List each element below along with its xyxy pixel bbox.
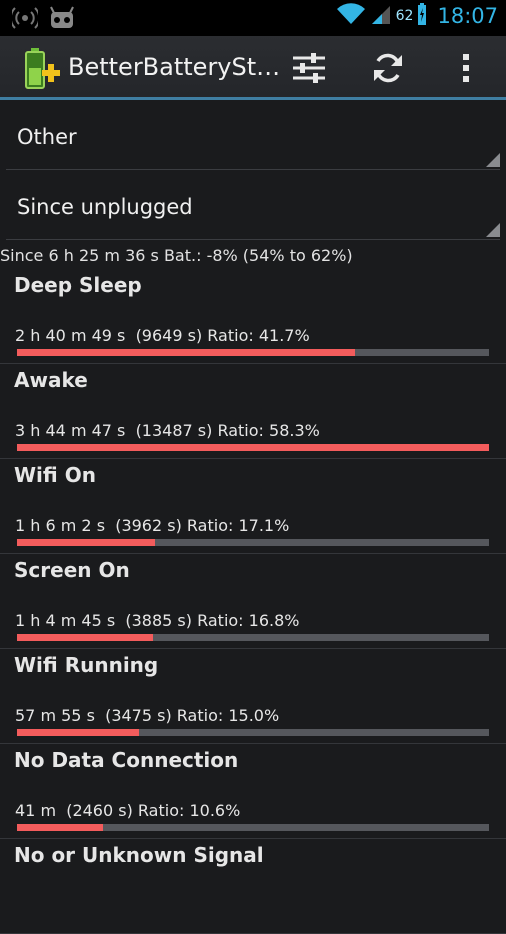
- stat-detail: 41 m (2460 s) Ratio: 10.6%: [15, 801, 241, 820]
- stat-progress-fill: [17, 539, 156, 546]
- stat-name: No or Unknown Signal: [14, 843, 264, 867]
- dropdown-triangle-icon: [486, 153, 500, 167]
- stat-progress-bar: [17, 539, 489, 546]
- stat-detail: 57 m 55 s (3475 s) Ratio: 15.0%: [15, 706, 280, 725]
- stat-progress-fill: [17, 824, 103, 831]
- reference-selected: Since unplugged: [17, 195, 193, 219]
- stat-row[interactable]: No or Unknown Signal: [0, 839, 506, 934]
- stat-row[interactable]: Wifi On 1 h 6 m 2 s (3962 s) Ratio: 17.1%: [0, 459, 506, 554]
- stat-row[interactable]: Awake 3 h 44 m 47 s (13487 s) Ratio: 58.3…: [0, 364, 506, 459]
- stat-name: Screen On: [14, 558, 130, 582]
- stat-row[interactable]: Deep Sleep 2 h 40 m 49 s (9649 s) Ratio: …: [0, 269, 506, 364]
- stat-detail: 2 h 40 m 49 s (9649 s) Ratio: 41.7%: [15, 326, 310, 345]
- stat-name: Awake: [14, 368, 88, 392]
- app-battery-icon[interactable]: [22, 46, 62, 90]
- stat-type-selected: Other: [17, 125, 77, 149]
- stat-detail: 1 h 4 m 45 s (3885 s) Ratio: 16.8%: [15, 611, 300, 630]
- cell-signal-icon: [370, 2, 392, 30]
- stat-type-spinner[interactable]: Other: [6, 100, 500, 170]
- stat-progress-fill: [17, 634, 153, 641]
- battery-charging-icon: [417, 2, 427, 30]
- stat-row[interactable]: Wifi Running 57 m 55 s (3475 s) Ratio: 15…: [0, 649, 506, 744]
- action-bar: BetterBatterySt…: [0, 36, 506, 100]
- dropdown-triangle-icon: [486, 223, 500, 237]
- stat-name: No Data Connection: [14, 748, 239, 772]
- stat-progress-bar: [17, 444, 489, 451]
- wifi-ap-icon: [9, 6, 41, 34]
- reference-spinner[interactable]: Since unplugged: [6, 170, 500, 240]
- stat-progress-fill: [17, 349, 356, 356]
- settings-sliders-icon[interactable]: [287, 48, 331, 88]
- status-clock: 18:07: [437, 4, 498, 28]
- android-robot-icon: [48, 6, 76, 34]
- stat-row[interactable]: Screen On 1 h 4 m 45 s (3885 s) Ratio: 16…: [0, 554, 506, 649]
- stat-detail: 1 h 6 m 2 s (3962 s) Ratio: 17.1%: [15, 516, 290, 535]
- summary-line: Since 6 h 25 m 36 s Bat.: -8% (54% to 62…: [0, 246, 353, 265]
- wifi-signal-icon: [336, 2, 366, 30]
- stat-detail: 3 h 44 m 47 s (13487 s) Ratio: 58.3%: [15, 421, 320, 440]
- overflow-menu-icon[interactable]: [444, 48, 488, 88]
- stat-progress-bar: [17, 729, 489, 736]
- battery-percent: 62: [395, 8, 414, 24]
- stat-row[interactable]: No Data Connection 41 m (2460 s) Ratio: 1…: [0, 744, 506, 839]
- stat-progress-fill: [17, 729, 139, 736]
- refresh-icon[interactable]: [366, 48, 410, 88]
- stat-name: Wifi On: [14, 463, 96, 487]
- status-bar: 62 18:07: [0, 0, 506, 36]
- stat-name: Wifi Running: [14, 653, 159, 677]
- stat-progress-bar: [17, 349, 489, 356]
- stat-progress-fill: [17, 444, 489, 451]
- stat-progress-bar: [17, 824, 489, 831]
- stat-progress-bar: [17, 634, 489, 641]
- stat-name: Deep Sleep: [14, 273, 142, 297]
- app-title: BetterBatterySt…: [68, 53, 281, 81]
